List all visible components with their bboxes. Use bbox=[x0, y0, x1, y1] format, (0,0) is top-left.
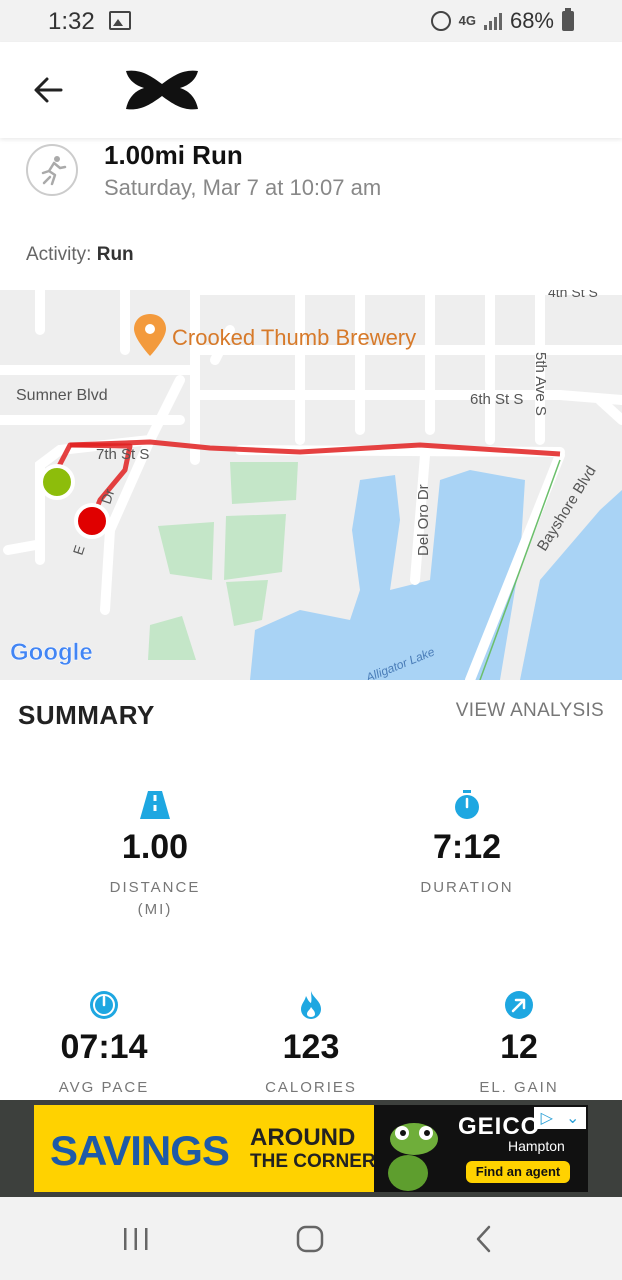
map-canvas: Crooked Thumb Brewery Sumner Blvd 7th St… bbox=[0, 290, 622, 680]
home-button[interactable] bbox=[290, 1223, 330, 1255]
poi-pin-icon[interactable] bbox=[134, 314, 166, 356]
status-right: 4G 68% bbox=[430, 8, 574, 34]
chevron-down-icon: ⌄ bbox=[566, 1110, 580, 1127]
elevation-gain-label: EL. GAIN bbox=[479, 1079, 559, 1096]
avg-pace-value: 07:14 bbox=[60, 1028, 148, 1066]
runner-icon bbox=[41, 156, 67, 186]
ad-savings-text: SAVINGS bbox=[50, 1127, 230, 1174]
street-4th: 4th St S bbox=[548, 290, 598, 300]
start-marker[interactable] bbox=[39, 464, 75, 500]
flame-icon bbox=[296, 990, 326, 1020]
battery-icon bbox=[562, 8, 574, 31]
activity-label: Activity: bbox=[26, 244, 92, 265]
ad-creative[interactable]: SAVINGS AROUND THE CORNER GEICO Hampton F… bbox=[34, 1105, 588, 1192]
street-del-oro: Del Oro Dr bbox=[415, 484, 432, 556]
street-e: E bbox=[70, 543, 88, 557]
ad-choices-icon[interactable]: ▷ ⌄ bbox=[534, 1107, 586, 1129]
status-bar: 1:32 4G 68% bbox=[0, 0, 622, 42]
summary-title: SUMMARY bbox=[18, 700, 155, 730]
alarm-icon bbox=[430, 11, 451, 31]
ad-around-text: AROUND THE CORNER bbox=[250, 1124, 376, 1173]
street-sumner: Sumner Blvd bbox=[16, 387, 108, 404]
view-analysis-link[interactable]: VIEW ANALYSIS bbox=[456, 700, 604, 722]
status-time: 1:32 bbox=[48, 8, 95, 35]
workout-date: Saturday, Mar 7 at 10:07 am bbox=[104, 175, 382, 200]
street-6th: 6th St S bbox=[470, 391, 523, 408]
activity-row: Activity: Run bbox=[26, 244, 134, 266]
stat-elevation-gain: 12 EL. GAIN bbox=[463, 990, 575, 1099]
speedometer-icon bbox=[89, 990, 119, 1020]
app-header bbox=[0, 42, 622, 138]
stat-avg-pace: 07:14 AVG PACE bbox=[48, 990, 160, 1099]
system-nav-bar bbox=[0, 1197, 622, 1280]
arrow-left-icon bbox=[34, 77, 63, 103]
gecko-image bbox=[388, 1123, 438, 1191]
street-5th-ave: 5th Ave S bbox=[532, 352, 549, 416]
route-map[interactable]: Crooked Thumb Brewery Sumner Blvd 7th St… bbox=[0, 290, 622, 680]
elevation-gain-value: 12 bbox=[500, 1028, 538, 1066]
under-armour-logo bbox=[126, 70, 198, 110]
stat-duration: 7:12 DURATION bbox=[400, 790, 534, 899]
road-icon bbox=[140, 790, 170, 820]
google-attribution: Google bbox=[10, 639, 93, 666]
stat-distance: 1.00 DISTANCE (MI) bbox=[95, 790, 215, 921]
home-icon bbox=[296, 1225, 324, 1253]
ad-banner[interactable]: SAVINGS AROUND THE CORNER GEICO Hampton F… bbox=[0, 1100, 622, 1197]
back-button[interactable] bbox=[28, 72, 68, 108]
adchoices-play-icon: ▷ bbox=[540, 1110, 553, 1127]
stopwatch-icon bbox=[452, 790, 482, 820]
avg-pace-label: AVG PACE bbox=[58, 1079, 150, 1096]
stat-calories: 123 CALORIES bbox=[255, 990, 367, 1099]
ad-location: Hampton bbox=[508, 1138, 565, 1154]
duration-value: 7:12 bbox=[432, 828, 502, 866]
run-activity-icon bbox=[26, 144, 78, 196]
battery-percent: 68% bbox=[509, 8, 554, 33]
poi-label[interactable]: Crooked Thumb Brewery bbox=[172, 325, 416, 350]
recent-apps-icon bbox=[124, 1228, 148, 1250]
workout-title: 1.00mi Run bbox=[104, 140, 243, 170]
activity-value: Run bbox=[96, 244, 134, 265]
street-7th: 7th St S bbox=[96, 446, 149, 463]
distance-label: DISTANCE (MI) bbox=[109, 879, 201, 918]
arrow-up-right-icon bbox=[504, 990, 534, 1020]
signal-icon bbox=[483, 12, 502, 30]
gallery-notification-icon bbox=[109, 11, 131, 30]
network-type: 4G bbox=[458, 13, 476, 28]
calories-label: CALORIES bbox=[265, 1079, 357, 1096]
distance-value: 1.00 bbox=[121, 828, 189, 866]
end-marker[interactable] bbox=[74, 503, 110, 539]
chevron-left-icon bbox=[476, 1225, 491, 1253]
system-back-button[interactable] bbox=[464, 1223, 504, 1255]
ad-brand: GEICO bbox=[458, 1113, 541, 1140]
recent-apps-button[interactable] bbox=[116, 1223, 156, 1255]
calories-value: 123 bbox=[282, 1028, 340, 1066]
find-agent-button[interactable]: Find an agent bbox=[466, 1161, 570, 1183]
duration-label: DURATION bbox=[420, 879, 514, 896]
